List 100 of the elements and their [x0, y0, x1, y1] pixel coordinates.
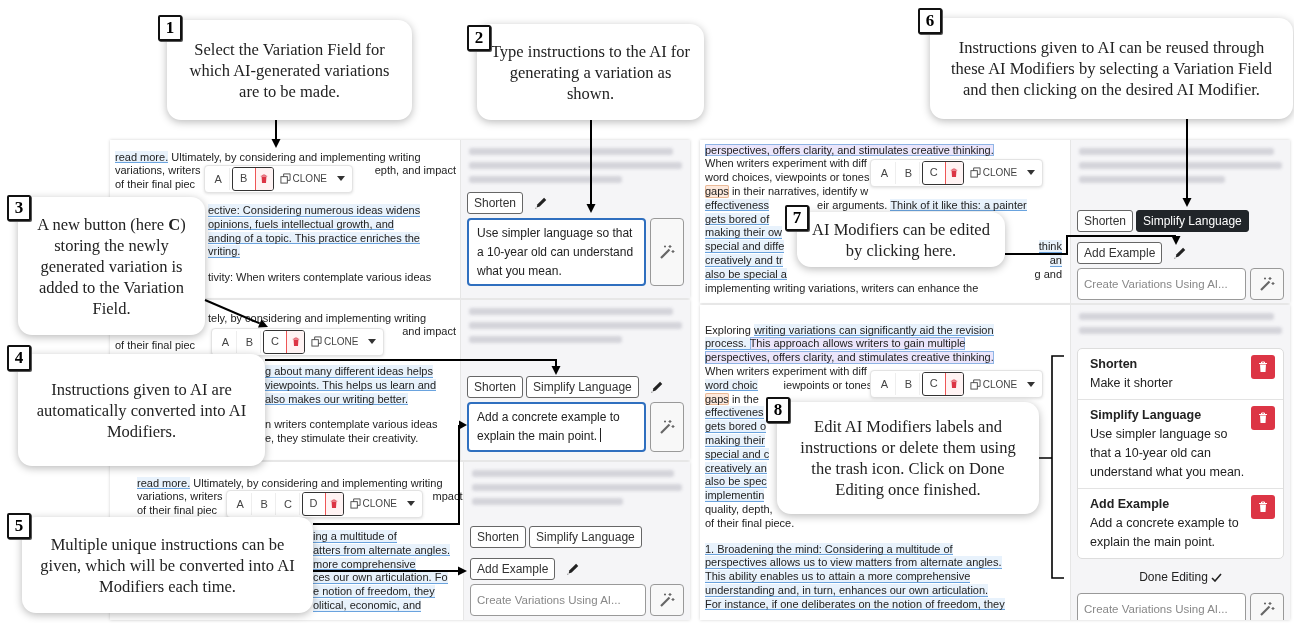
variation-field[interactable]: viewpoints. This helps us learn and [265, 378, 436, 392]
document-text: g and [1034, 267, 1062, 281]
modifier-button[interactable]: Shorten [467, 376, 524, 398]
pencil-icon[interactable] [649, 380, 664, 394]
callout-text: Instructions given to AI are automatically converted into AI Modifiers. [35, 378, 248, 442]
delete-button[interactable] [944, 373, 963, 396]
delete-button[interactable] [254, 167, 273, 190]
pencil-icon[interactable] [534, 196, 549, 210]
modifier-button[interactable]: Shorten [470, 526, 527, 548]
callout-text: Edit AI Modifiers labels and instructions or delete them using the trash icon. Click on Done Editing once finished. [799, 416, 1017, 500]
trash-icon [950, 379, 959, 390]
variation-field[interactable]: writing variations can significantly aid the revision [753, 323, 994, 337]
variation-field[interactable]: For instance, if one deliberates on the notion of freedom, they [705, 597, 1005, 611]
modifier-button[interactable]: Simplify Language [529, 526, 642, 548]
variation-field[interactable]: word choic [705, 378, 758, 392]
pointer-arrow [271, 119, 281, 148]
callout-text: Instructions given to AI can be reused through these AI Modifiers by selecting a Variation Field and then clicking on the desired AI Modifier. [950, 37, 1273, 100]
step-number-badge: 3 [7, 195, 31, 221]
variation-field[interactable]: creatively an [705, 461, 767, 475]
document-text: implementing writing variations, writers can enhance the [705, 281, 979, 295]
variation-field[interactable]: atters from alternate angles. [313, 543, 450, 557]
variation-field[interactable]: gaps [705, 185, 729, 198]
check-icon [1210, 572, 1222, 582]
variation-field[interactable]: read more. [115, 150, 169, 164]
document-text: of their final piece. [705, 516, 795, 530]
variation-field[interactable]: perspectives, offers clarity, and stimulates creative thinking. [705, 143, 994, 157]
prompt-field[interactable]: Add a concrete example to explain the main point. [467, 402, 646, 452]
variation-field[interactable]: process. [705, 337, 750, 350]
variation-field[interactable]: vriting. [208, 245, 241, 258]
variation-field[interactable]: This ability enables us to attain a more comprehensive [705, 570, 971, 583]
document-text: of their final piec [115, 178, 196, 191]
document-text: Exploring [705, 323, 752, 337]
modifier-instruction: Add a concrete example to explain the main point. [1090, 516, 1239, 549]
generate-button[interactable] [650, 584, 684, 616]
document-text: of their final piec [137, 504, 218, 517]
done-editing-button[interactable]: Done Editing [1133, 569, 1228, 585]
copy-icon [349, 498, 361, 510]
prompt-field[interactable]: Create Variations Using AI... [1077, 593, 1246, 620]
variation-field[interactable]: also makes our writing better. [265, 392, 409, 406]
variation-field[interactable]: ective: Considering numerous ideas widens [208, 204, 421, 217]
copy-icon [969, 378, 981, 390]
generate-button[interactable] [1250, 268, 1284, 300]
magic-wand-icon [1259, 276, 1275, 292]
generate-button[interactable] [1250, 593, 1284, 620]
variation-field[interactable]: gets bored o [705, 420, 767, 433]
document-text: e, they stimulate their creativity. [265, 432, 419, 445]
variation-field[interactable]: read more. [137, 476, 191, 490]
variation-field[interactable]: ing a multitude of [313, 530, 397, 543]
variation-field[interactable]: olitical, economic, and [313, 598, 422, 612]
variation-field[interactable]: more comprehensive [313, 557, 416, 571]
variation-field[interactable]: gets bored of [705, 212, 770, 226]
step-number-badge: 7 [785, 205, 809, 231]
step-number-badge: 5 [7, 513, 31, 539]
modifier-button[interactable]: Add Example [1077, 242, 1163, 264]
pencil-icon[interactable] [566, 562, 581, 576]
document-text: eir arguments. [817, 198, 889, 212]
variation-field[interactable]: implementin [705, 489, 765, 502]
delete-button[interactable] [324, 492, 343, 515]
variation-field[interactable]: making their [705, 433, 765, 447]
variation-field[interactable]: think [1038, 240, 1062, 253]
variation-field[interactable]: understanding and, in turn, enhances our own articulation. [705, 583, 989, 597]
pencil-icon[interactable] [1173, 246, 1188, 260]
delete-button[interactable] [286, 330, 304, 353]
variation-field[interactable]: perspectives allows us to view matters from alternate angles. [705, 556, 1002, 569]
variation-field[interactable]: also be special a [705, 267, 787, 281]
prompt-field[interactable]: Use simpler language so that a 10-year old can understand what you mean. [467, 218, 646, 286]
caret-icon [337, 176, 346, 182]
modifier-button[interactable]: Shorten [1077, 210, 1134, 232]
variation-field[interactable]: This approach allows writers to gain multiple [749, 337, 966, 350]
modifier-label: Shorten [1090, 356, 1139, 373]
variation-field[interactable]: making their ow [705, 226, 783, 239]
variation-field[interactable]: e notion of freedom, they [313, 585, 435, 598]
delete-button[interactable] [944, 161, 963, 184]
document-text: When writers experiment with diff [705, 157, 867, 170]
copy-icon [311, 336, 322, 348]
modifier-button[interactable]: Simplify Language [1136, 210, 1249, 232]
trash-icon [260, 173, 269, 184]
document-text: When writers experiment with diff [705, 365, 867, 378]
callout-text: Select the Variation Field for which AI-generated variations are to be made. [188, 38, 391, 102]
variation-field[interactable]: anding of a topic. This practice enriches the [208, 231, 420, 245]
variation-field[interactable]: g about many different ideas helps [265, 365, 433, 378]
prompt-field[interactable]: Create Variations Using AI... [470, 584, 646, 616]
variation-field[interactable]: 1. Broadening the mind: Considering a multitude of [705, 542, 953, 556]
variation-field[interactable]: also be spec [705, 475, 767, 488]
variation-field[interactable]: effectiveness [705, 198, 769, 212]
variation-field[interactable]: special and diffe [705, 240, 785, 253]
variation-field[interactable]: gaps [705, 392, 729, 406]
variation-field[interactable]: special and c [705, 447, 770, 461]
generate-button[interactable] [650, 218, 684, 286]
prompt-field[interactable]: Create Variations Using AI... [1077, 268, 1246, 300]
modifier-button[interactable]: Simplify Language [526, 376, 639, 398]
step-number-badge: 1 [158, 15, 182, 41]
modifier-button[interactable]: Add Example [470, 558, 556, 580]
variation-field[interactable]: creatively and tr [705, 253, 783, 267]
variation-field[interactable]: effectivenes [705, 406, 764, 419]
variation-field[interactable]: Think of it like this: a painter [890, 198, 1027, 212]
variation-field[interactable]: perspectives, offers clarity, and stimulates creative thinking. [705, 351, 994, 364]
variation-field[interactable]: opinions, fuels intellectual growth, and [208, 217, 394, 231]
modifier-button[interactable]: Shorten [467, 192, 524, 214]
generate-button[interactable] [650, 402, 684, 452]
